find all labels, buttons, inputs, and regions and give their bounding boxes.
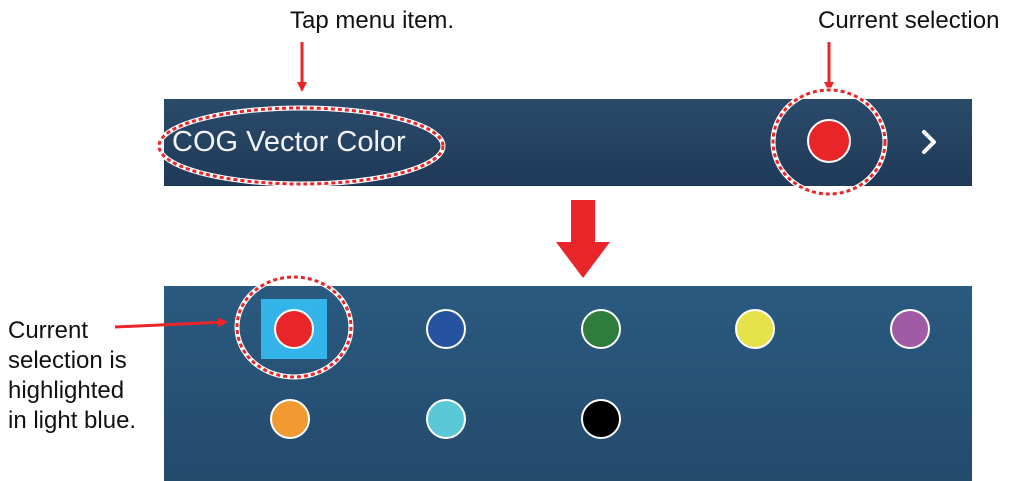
- tap-menu-item-annotation: Tap menu item.: [290, 7, 455, 34]
- menu-item-label: COG Vector Color: [172, 126, 406, 158]
- chevron-right-icon[interactable]: [916, 122, 944, 162]
- color-swatch-orange[interactable]: [270, 399, 310, 439]
- transition-arrow: [556, 200, 610, 278]
- color-swatch-red[interactable]: [274, 309, 314, 349]
- color-swatch-yellow[interactable]: [735, 309, 775, 349]
- color-swatch-light-blue[interactable]: [426, 399, 466, 439]
- highlight-annotation-line: Current: [8, 317, 89, 344]
- color-swatch-purple[interactable]: [890, 309, 930, 349]
- highlight-annotation-line: in light blue.: [8, 407, 137, 434]
- current-selection-annotation: Current selection: [818, 7, 1000, 34]
- color-swatch-green[interactable]: [581, 309, 621, 349]
- highlight-annotation-line: highlighted: [8, 377, 125, 404]
- cog-vector-color-menu-item[interactable]: COG Vector Color: [164, 99, 972, 186]
- current-color-swatch: [807, 119, 851, 163]
- color-swatch-blue[interactable]: [426, 309, 466, 349]
- highlight-annotation-line: selection is: [8, 347, 127, 374]
- color-palette: [164, 286, 972, 481]
- color-swatch-black[interactable]: [581, 399, 621, 439]
- highlight-annotation: Current selection is highlighted in ligh…: [8, 316, 136, 436]
